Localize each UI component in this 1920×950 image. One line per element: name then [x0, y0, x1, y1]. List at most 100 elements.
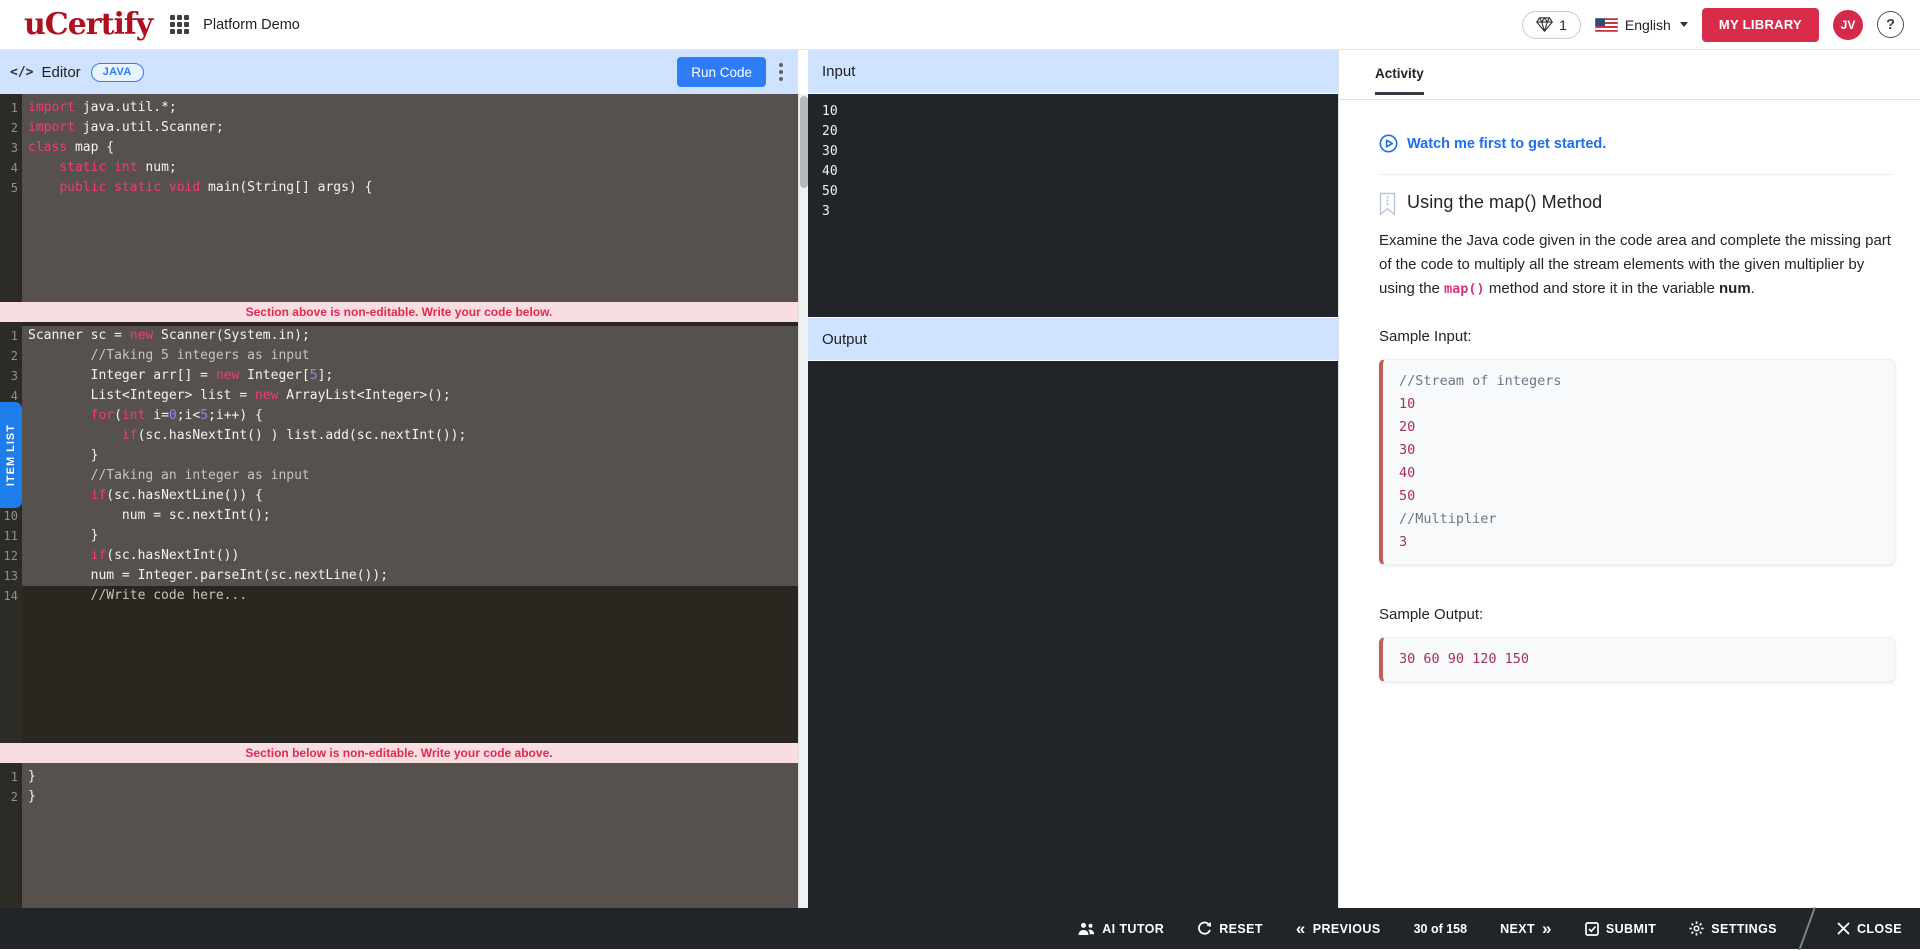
- scrollbar-thumb[interactable]: [800, 96, 808, 188]
- reset-button[interactable]: RESET: [1197, 921, 1263, 936]
- line-number: 10: [0, 506, 18, 526]
- sample-line: //Multiplier: [1399, 508, 1878, 531]
- checkbox-check-icon: [1585, 922, 1599, 936]
- line-number: 13: [0, 566, 18, 586]
- divider: [1379, 174, 1892, 175]
- editor-header: </> Editor JAVA Run Code: [0, 50, 798, 94]
- language-selector[interactable]: English: [1595, 17, 1688, 33]
- sample-line: 30 60 90 120 150: [1399, 648, 1878, 671]
- people-icon: [1078, 922, 1095, 936]
- output-header: Output: [808, 317, 1338, 361]
- activity-title: Using the map() Method: [1407, 192, 1602, 213]
- code-line: for(int i=0;i<5;i++) {: [22, 406, 798, 426]
- code-icon: </>: [10, 65, 33, 80]
- sample-output-block: 30 60 90 120 150: [1379, 637, 1895, 682]
- avatar[interactable]: JV: [1833, 10, 1863, 40]
- sample-line: 3: [1399, 531, 1878, 554]
- reset-icon: [1197, 921, 1212, 936]
- code-line: List<Integer> list = new ArrayList<Integ…: [22, 386, 798, 406]
- code-line: import java.util.*;: [22, 98, 798, 118]
- non-editable-above-banner: Section above is non-editable. Write you…: [0, 302, 798, 322]
- sample-line: 30: [1399, 439, 1878, 462]
- activity-tabs-row: Activity: [1339, 50, 1920, 100]
- ucertify-logo[interactable]: uCertify: [24, 0, 152, 50]
- settings-button[interactable]: SETTINGS: [1689, 921, 1777, 936]
- watch-me-link[interactable]: Watch me first to get started.: [1379, 134, 1606, 153]
- sample-input-label: Sample Input:: [1379, 328, 1892, 345]
- tab-activity[interactable]: Activity: [1375, 50, 1424, 100]
- sample-line: 20: [1399, 416, 1878, 439]
- activity-title-row: Using the map() Method: [1379, 192, 1892, 216]
- double-chevron-left-icon: «: [1296, 920, 1306, 937]
- toolbar-divider: [1798, 907, 1816, 950]
- item-list-tab[interactable]: ITEM LIST: [0, 402, 22, 508]
- editor-panel: </> Editor JAVA Run Code 12345 import ja…: [0, 50, 798, 908]
- editor-scrollbar[interactable]: [798, 94, 808, 908]
- code-line: }: [22, 526, 798, 546]
- editor-bottom-section: 12 }}: [0, 763, 798, 908]
- io-panel: Input 10 20 30 40 50 3 Output: [808, 50, 1338, 908]
- code-line: }: [22, 767, 798, 787]
- line-number: 1: [0, 326, 18, 346]
- chevron-down-icon: [1680, 22, 1688, 27]
- input-header: Input: [808, 50, 1338, 94]
- gear-icon: [1689, 921, 1704, 936]
- code-line: num = Integer.parseInt(sc.nextLine());: [22, 566, 798, 586]
- line-number: 1: [0, 767, 18, 787]
- line-number: 2: [0, 346, 18, 366]
- editor-menu-kebab-icon[interactable]: [772, 58, 790, 86]
- app-header: uCertify Platform Demo 1: [0, 0, 1920, 50]
- editor-editable-section[interactable]: 1234567891011121314 Scanner sc = new Sca…: [0, 322, 798, 743]
- line-number: 2: [0, 118, 18, 138]
- line-number-gutter: 12: [0, 763, 22, 908]
- code-line: static int num;: [22, 158, 798, 178]
- my-library-button[interactable]: MY LIBRARY: [1702, 8, 1819, 42]
- code-line: public static void main(String[] args) {: [22, 178, 798, 198]
- code-line: num = sc.nextInt();: [22, 506, 798, 526]
- apps-grid-icon[interactable]: [170, 15, 189, 34]
- line-number: 12: [0, 546, 18, 566]
- gem-counter[interactable]: 1: [1522, 11, 1581, 39]
- close-icon: [1837, 922, 1850, 935]
- code-line: if(sc.hasNextInt()): [22, 546, 798, 566]
- code-line: }: [22, 446, 798, 466]
- sample-input-block: //Stream of integers1020304050//Multipli…: [1379, 359, 1895, 565]
- activity-panel: Activity Watch me first to get started.: [1338, 50, 1920, 908]
- item-list-label: ITEM LIST: [5, 424, 17, 486]
- line-number: 3: [0, 366, 18, 386]
- line-number: 2: [0, 787, 18, 807]
- line-number-gutter: 1234567891011121314: [0, 322, 22, 743]
- sample-line: 50: [1399, 485, 1878, 508]
- line-number: 3: [0, 138, 18, 158]
- us-flag-icon: [1595, 18, 1618, 32]
- code-line: Scanner sc = new Scanner(System.in);: [22, 326, 798, 346]
- output-area: [808, 361, 1338, 908]
- gem-count: 1: [1559, 17, 1567, 33]
- previous-button[interactable]: « PREVIOUS: [1296, 920, 1381, 937]
- play-circle-icon: [1379, 134, 1398, 153]
- watch-me-label: Watch me first to get started.: [1407, 136, 1606, 152]
- bottom-toolbar: AI TUTOR RESET « PREVIOUS 30 of 158 NEXT…: [0, 908, 1920, 949]
- code-line: if(sc.hasNextLine()) {: [22, 486, 798, 506]
- code-line: }: [22, 787, 798, 807]
- code-line: if(sc.hasNextInt() ) list.add(sc.nextInt…: [22, 426, 798, 446]
- input-area[interactable]: 10 20 30 40 50 3: [808, 94, 1338, 317]
- language-label: English: [1625, 17, 1671, 33]
- double-chevron-right-icon: »: [1542, 920, 1552, 937]
- sample-line: 40: [1399, 462, 1878, 485]
- code-line: import java.util.Scanner;: [22, 118, 798, 138]
- line-number-gutter: 12345: [0, 94, 22, 302]
- line-number: 14: [0, 586, 18, 606]
- ai-tutor-button[interactable]: AI TUTOR: [1078, 922, 1164, 936]
- next-button[interactable]: NEXT »: [1500, 920, 1552, 937]
- input-values[interactable]: 10 20 30 40 50 3: [808, 94, 1338, 230]
- submit-button[interactable]: SUBMIT: [1585, 922, 1656, 936]
- page-title: Platform Demo: [203, 17, 300, 33]
- run-code-button[interactable]: Run Code: [677, 57, 766, 87]
- code-line: //Taking 5 integers as input: [22, 346, 798, 366]
- close-button[interactable]: CLOSE: [1837, 922, 1902, 936]
- gem-icon: [1536, 17, 1553, 32]
- code-line: class map {: [22, 138, 798, 158]
- help-icon[interactable]: ?: [1877, 11, 1904, 38]
- sample-line: 10: [1399, 393, 1878, 416]
